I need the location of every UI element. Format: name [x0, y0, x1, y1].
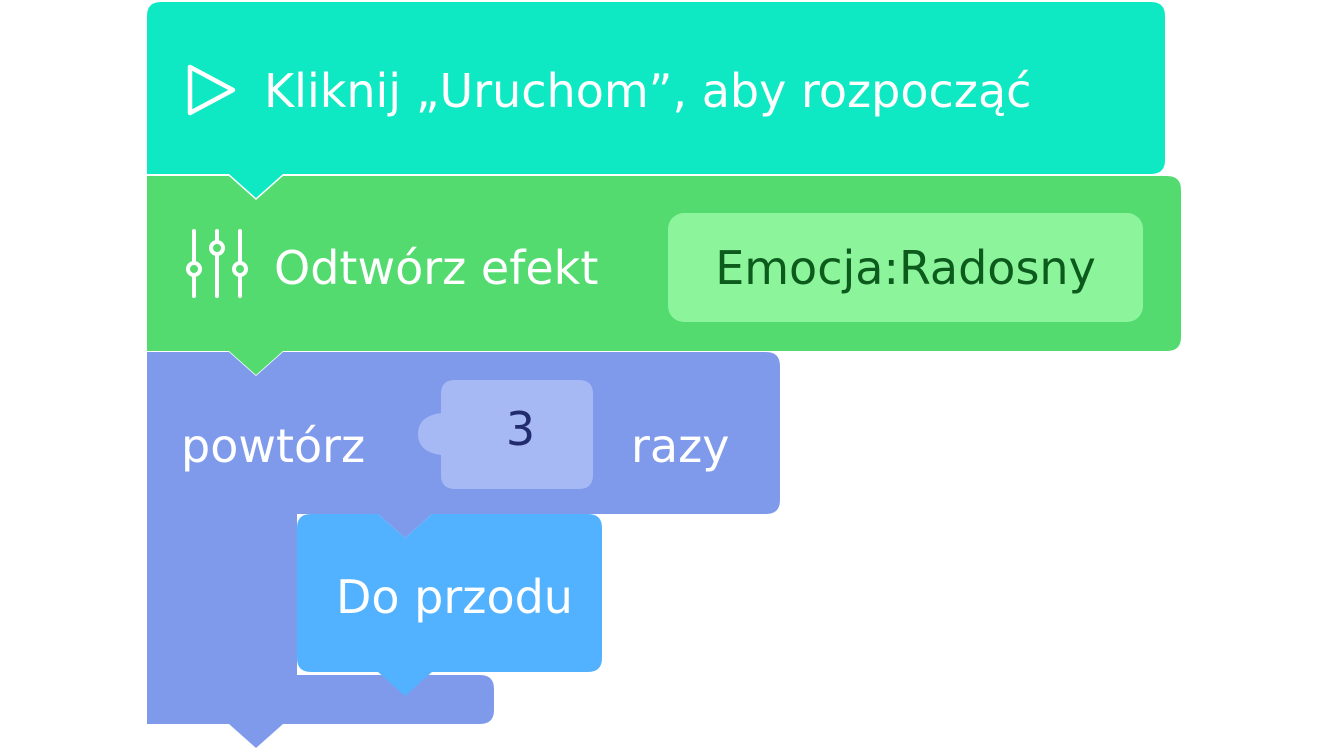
- repeat-count-input[interactable]: 3: [417, 379, 594, 490]
- emotion-dropdown[interactable]: Emocja:Radosny: [668, 213, 1143, 322]
- start-block-label: Kliknij „Uruchom”, aby rozpocząć: [264, 64, 1032, 118]
- repeat-suffix-label: razy: [631, 419, 730, 473]
- repeat-count-value: 3: [505, 402, 536, 456]
- play-effect-label: Odtwórz efekt: [274, 241, 599, 295]
- repeat-prefix-label: powtórz: [181, 419, 366, 473]
- forward-block-label: Do przodu: [336, 570, 573, 624]
- emotion-value: Emocja:Radosny: [715, 240, 1096, 295]
